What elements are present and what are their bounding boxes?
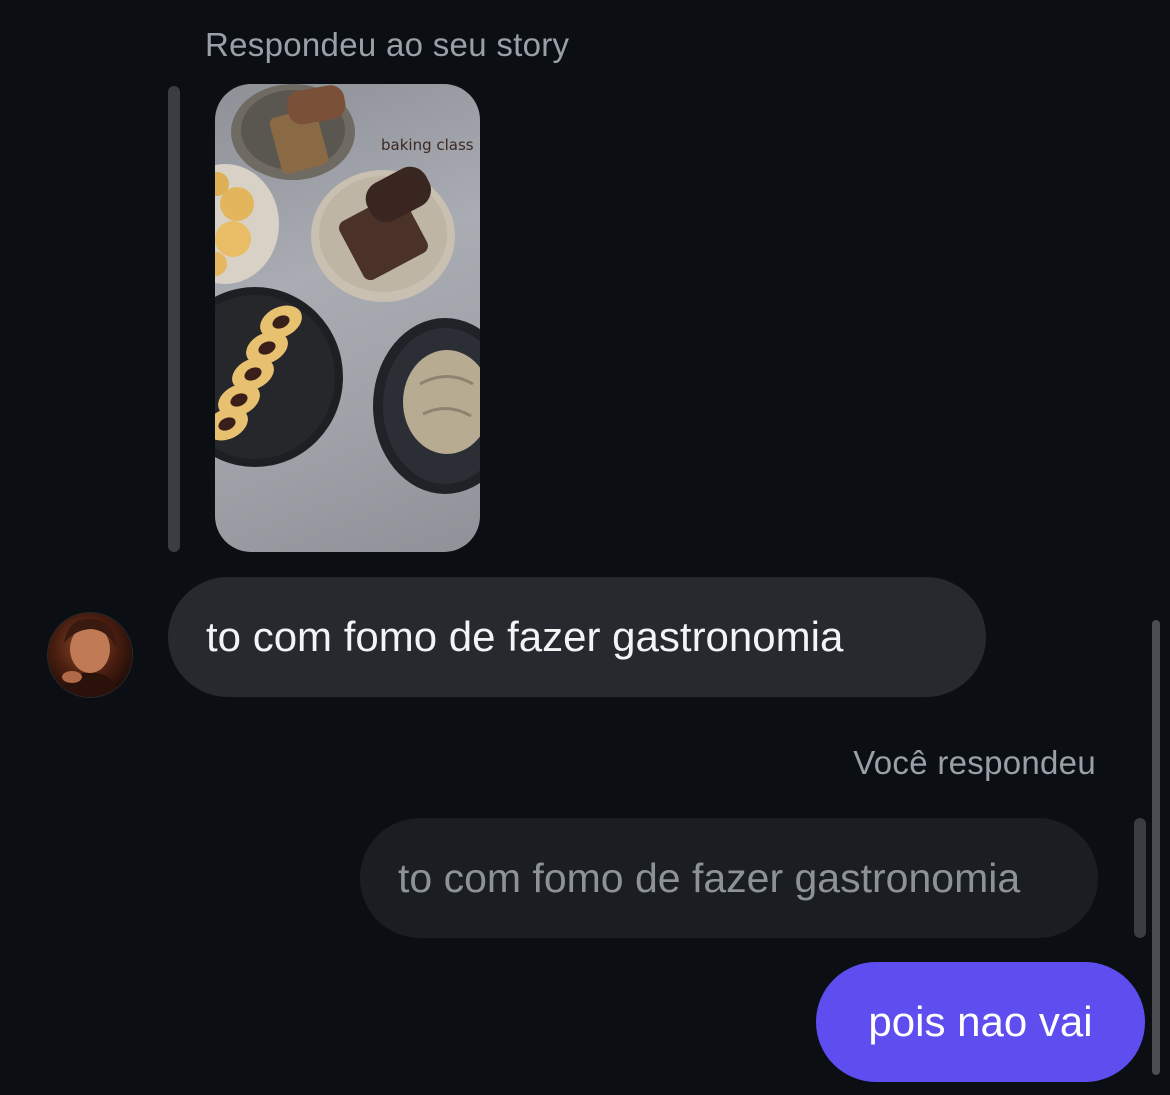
outgoing-message-text: pois nao vai <box>868 998 1093 1045</box>
story-image <box>215 84 480 494</box>
incoming-message-text: to com fomo de fazer gastronomia <box>206 613 844 660</box>
story-reply-label: Respondeu ao seu story <box>205 26 570 63</box>
quoted-message-text: to com fomo de fazer gastronomia <box>398 854 1021 901</box>
avatar-image <box>58 618 122 697</box>
you-replied-label: Você respondeu <box>853 744 1096 781</box>
story-thumbnail[interactable]: baking class <box>215 84 480 552</box>
incoming-message-bubble[interactable]: to com fomo de fazer gastronomia <box>168 577 986 697</box>
reply-indicator-bar-outgoing <box>1134 818 1146 938</box>
quoted-message-bubble[interactable]: to com fomo de fazer gastronomia <box>360 818 1098 938</box>
reply-indicator-bar <box>168 86 180 552</box>
outgoing-message-bubble[interactable]: pois nao vai <box>816 962 1145 1082</box>
story-caption: baking class <box>381 136 474 154</box>
scrollbar[interactable] <box>1152 620 1160 1075</box>
avatar[interactable] <box>48 613 132 697</box>
